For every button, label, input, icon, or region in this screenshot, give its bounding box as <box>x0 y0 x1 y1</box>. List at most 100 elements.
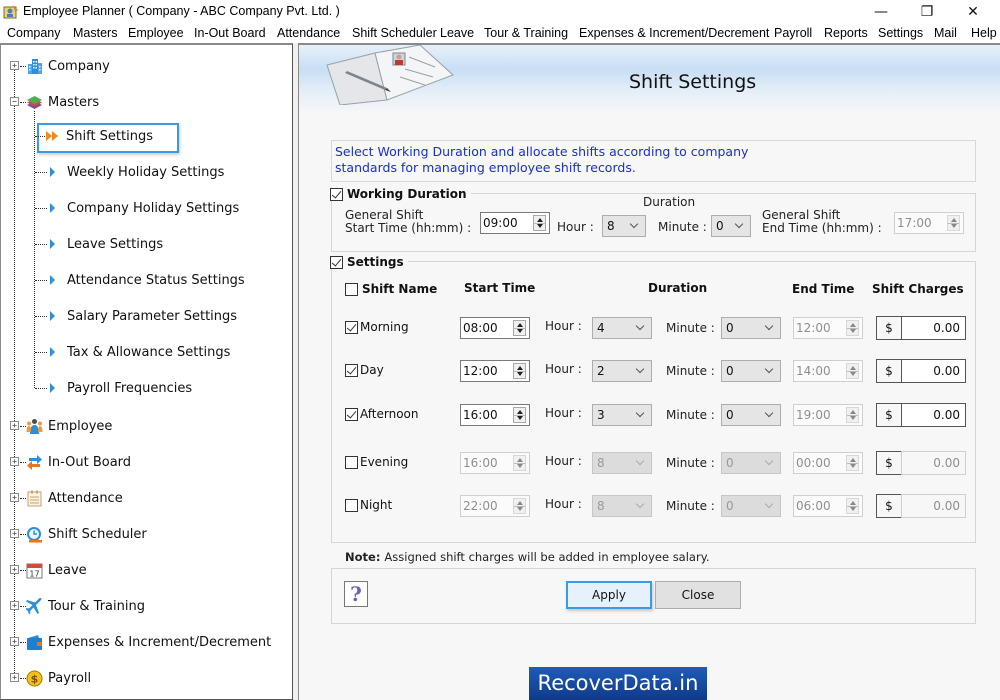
shift-minute-select[interactable]: 0 <box>721 360 781 382</box>
general-hour-value: 8 <box>607 219 615 233</box>
tree-item-tax-allowance-settings[interactable]: Tax & Allowance Settings <box>50 342 230 362</box>
note: Note: Assigned shift charges will be adde… <box>345 550 710 564</box>
shift-hour-value: 8 <box>597 456 605 470</box>
time-spinner[interactable] <box>513 363 526 379</box>
menu-mail[interactable]: Mail <box>934 26 957 40</box>
help-button[interactable]: ? <box>344 581 368 607</box>
menu-shift-scheduler[interactable]: Shift Scheduler <box>352 26 437 40</box>
shift-row-night-check[interactable]: Night <box>345 498 392 512</box>
expand-expenses[interactable]: + <box>10 637 19 646</box>
shift-hour-select[interactable]: 4 <box>592 317 652 339</box>
select-all-shifts[interactable]: Shift Name <box>345 282 437 296</box>
tree-node-employee[interactable]: Employee <box>26 416 112 436</box>
tree-node-expenses[interactable]: Expenses & Increment/Decrement <box>26 632 271 652</box>
tree-node-masters[interactable]: Masters <box>26 92 99 112</box>
tree-item-leave-settings[interactable]: Leave Settings <box>50 234 163 254</box>
menu-leave[interactable]: Leave <box>440 26 474 40</box>
menu-expenses[interactable]: Expenses & Increment/Decrement <box>579 26 769 40</box>
shift-start-time-input[interactable]: 12:00 <box>460 360 530 382</box>
shift-charge-field[interactable]: $ 0.00 <box>876 359 966 383</box>
shift-checkbox[interactable] <box>345 498 358 512</box>
tree-node-in-out-board[interactable]: In-Out Board <box>26 452 131 472</box>
spin-down-icon <box>850 329 856 333</box>
expand-shift-scheduler[interactable]: + <box>10 529 19 538</box>
general-start-time-input[interactable]: 09:00 <box>480 212 550 234</box>
shift-start-time-input[interactable]: 16:00 <box>460 404 530 426</box>
settings-checkbox[interactable] <box>330 255 343 269</box>
general-hour-select[interactable]: 8 <box>602 215 646 237</box>
menu-settings[interactable]: Settings <box>878 26 923 40</box>
tree-item-label: Weekly Holiday Settings <box>67 164 225 180</box>
expand-tour-training[interactable]: + <box>10 601 19 610</box>
menu-in-out-board[interactable]: In-Out Board <box>194 26 266 40</box>
working-duration-checkbox[interactable] <box>330 187 343 201</box>
menu-reports[interactable]: Reports <box>824 26 868 40</box>
tree-item-attendance-status-settings[interactable]: Attendance Status Settings <box>50 270 245 290</box>
shift-charge-value[interactable]: 0.00 <box>901 316 966 340</box>
expand-leave[interactable]: + <box>10 565 19 574</box>
select-all-checkbox[interactable] <box>345 282 358 296</box>
time-spinner[interactable] <box>533 215 546 231</box>
shift-row-evening-check[interactable]: Evening <box>345 455 408 469</box>
shift-checkbox[interactable] <box>345 407 358 421</box>
menu-company[interactable]: Company <box>7 26 61 40</box>
building-icon <box>28 58 42 74</box>
tree-node-tour-training[interactable]: Tour & Training <box>26 596 145 616</box>
close-button[interactable]: Close <box>655 581 741 609</box>
apply-button[interactable]: Apply <box>566 581 652 609</box>
shift-minute-value: 0 <box>726 408 734 422</box>
shift-start-time-input[interactable]: 08:00 <box>460 317 530 339</box>
tree-item-company-holiday-settings[interactable]: Company Holiday Settings <box>50 198 239 218</box>
shift-row-morning-check[interactable]: Morning <box>345 320 409 334</box>
close-window-button[interactable]: ✕ <box>950 0 996 24</box>
shift-hour-select[interactable]: 3 <box>592 404 652 426</box>
menu-attendance[interactable]: Attendance <box>277 26 340 40</box>
shift-checkbox[interactable] <box>345 320 358 334</box>
shift-charge-value[interactable]: 0.00 <box>901 403 966 427</box>
help-icon: ? <box>350 582 362 606</box>
expand-in-out-board[interactable]: + <box>10 457 19 466</box>
shift-charge-value[interactable]: 0.00 <box>901 359 966 383</box>
spin-up-icon <box>517 410 523 414</box>
collapse-masters[interactable]: − <box>10 97 19 106</box>
chevron-down-icon <box>629 219 639 229</box>
tree-item-shift-settings[interactable]: Shift Settings <box>46 126 153 146</box>
minimize-button[interactable]: — <box>858 0 904 24</box>
tree-item-weekly-holiday-settings[interactable]: Weekly Holiday Settings <box>50 162 224 182</box>
expand-employee[interactable]: + <box>10 421 19 430</box>
spin-up-icon <box>537 218 543 222</box>
employees-icon <box>26 418 43 434</box>
shift-row-day-check[interactable]: Day <box>345 363 384 377</box>
shift-checkbox[interactable] <box>345 455 358 469</box>
general-minute-select[interactable]: 0 <box>711 215 751 237</box>
tree-item-salary-parameter-settings[interactable]: Salary Parameter Settings <box>50 306 237 326</box>
tree-node-company[interactable]: Company <box>26 56 110 76</box>
time-spinner[interactable] <box>513 407 526 423</box>
time-spinner[interactable] <box>513 320 526 336</box>
tree-node-leave[interactable]: 17 Leave <box>26 560 87 580</box>
expand-attendance[interactable]: + <box>10 493 19 502</box>
expand-company[interactable]: + <box>10 61 19 70</box>
menu-masters[interactable]: Masters <box>73 26 117 40</box>
spin-up-icon <box>850 501 856 505</box>
menu-employee[interactable]: Employee <box>128 26 184 40</box>
intro-panel: Select Working Duration and allocate shi… <box>331 140 976 182</box>
shift-charge-field[interactable]: $ 0.00 <box>876 403 966 427</box>
expand-payroll[interactable]: + <box>10 673 19 682</box>
shift-minute-value: 0 <box>726 321 734 335</box>
menu-tour-training[interactable]: Tour & Training <box>484 26 568 40</box>
time-spinner <box>846 455 859 471</box>
tree-item-payroll-frequencies[interactable]: Payroll Frequencies <box>50 378 192 398</box>
shift-charge-field[interactable]: $ 0.00 <box>876 316 966 340</box>
tree-node-shift-scheduler[interactable]: Shift Scheduler <box>26 524 147 544</box>
maximize-button[interactable]: ❐ <box>904 0 950 24</box>
shift-checkbox[interactable] <box>345 363 358 377</box>
shift-minute-select[interactable]: 0 <box>721 317 781 339</box>
shift-row-afternoon-check[interactable]: Afternoon <box>345 407 419 421</box>
tree-node-payroll[interactable]: $ Payroll <box>26 668 91 688</box>
menu-help[interactable]: Help <box>971 26 997 40</box>
tree-node-attendance[interactable]: Attendance <box>26 488 123 508</box>
shift-minute-select[interactable]: 0 <box>721 404 781 426</box>
menu-payroll[interactable]: Payroll <box>774 26 812 40</box>
shift-hour-select[interactable]: 2 <box>592 360 652 382</box>
